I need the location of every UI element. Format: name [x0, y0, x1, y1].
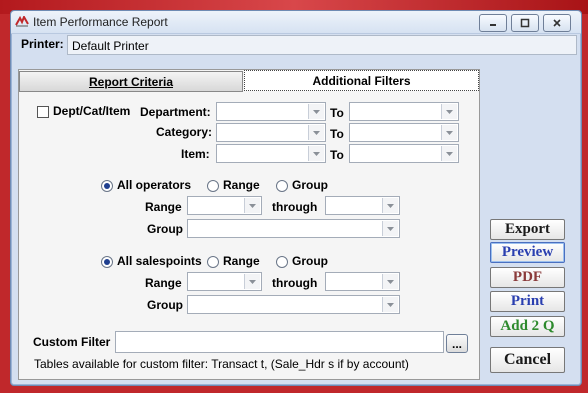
custom-filter-input[interactable] — [115, 331, 444, 353]
print-button[interactable]: Print — [490, 291, 565, 312]
dept-cat-item-checkbox[interactable] — [37, 106, 49, 118]
custom-filter-label: Custom Filter — [33, 335, 111, 349]
minimize-button[interactable] — [479, 14, 507, 32]
item-to-select[interactable] — [349, 144, 459, 163]
tab-report-criteria[interactable]: Report Criteria — [19, 71, 243, 92]
tab-additional-filters[interactable]: Additional Filters — [244, 70, 479, 91]
custom-filter-note: Tables available for custom filter: Tran… — [34, 357, 409, 371]
operators-group-radio[interactable] — [276, 180, 288, 192]
operators-range-radio[interactable] — [207, 180, 219, 192]
salespoints-range-to-select[interactable] — [325, 272, 400, 291]
preview-button[interactable]: Preview — [490, 242, 565, 263]
chevron-down-icon — [382, 198, 398, 213]
salespoints-through-label: through — [272, 276, 318, 290]
all-operators-radio[interactable] — [101, 180, 113, 192]
chevron-down-icon — [441, 125, 457, 140]
salespoints-group-option-label: Group — [292, 254, 328, 268]
chevron-down-icon — [382, 221, 398, 236]
category-to-select[interactable] — [349, 123, 459, 142]
maximize-button[interactable] — [511, 14, 539, 32]
printer-field[interactable]: Default Printer — [67, 35, 577, 55]
chevron-down-icon — [382, 274, 398, 289]
salespoints-range-label: Range — [145, 276, 182, 290]
chevron-down-icon — [441, 146, 457, 161]
item-from-select[interactable] — [216, 144, 326, 163]
department-from-select[interactable] — [216, 102, 326, 121]
department-to-label: To — [330, 106, 344, 120]
cancel-button[interactable]: Cancel — [490, 347, 565, 373]
operators-range-label: Range — [145, 200, 182, 214]
item-to-label: To — [330, 148, 344, 162]
chevron-down-icon — [308, 104, 324, 119]
salespoints-range-radio[interactable] — [207, 256, 219, 268]
all-operators-label: All operators — [117, 178, 192, 192]
category-label: Category: — [156, 125, 213, 139]
chevron-down-icon — [308, 146, 324, 161]
operators-range-to-select[interactable] — [325, 196, 400, 215]
pdf-button[interactable]: PDF — [490, 267, 565, 288]
custom-filter-browse-button[interactable]: ... — [446, 334, 468, 353]
all-salespoints-label: All salespoints — [117, 254, 202, 268]
close-button[interactable] — [543, 14, 571, 32]
category-from-select[interactable] — [216, 123, 326, 142]
title-bar[interactable]: Item Performance Report — [11, 11, 581, 34]
operators-through-label: through — [272, 200, 318, 214]
dept-cat-item-label: Dept/Cat/Item — [53, 104, 131, 118]
minimize-icon — [490, 24, 496, 26]
category-to-label: To — [330, 127, 344, 141]
printer-label: Printer: — [21, 37, 64, 51]
operators-range-from-select[interactable] — [187, 196, 262, 215]
salespoints-range-from-select[interactable] — [187, 272, 262, 291]
operators-range-option-label: Range — [223, 178, 260, 192]
add-to-queue-button[interactable]: Add 2 Q — [490, 316, 565, 337]
app-logo-icon — [15, 16, 29, 27]
chevron-down-icon — [441, 104, 457, 119]
salespoints-group-label: Group — [147, 298, 183, 312]
operators-group-label: Group — [147, 222, 183, 236]
salespoints-group-radio[interactable] — [276, 256, 288, 268]
chevron-down-icon — [244, 198, 260, 213]
chevron-down-icon — [382, 297, 398, 312]
salespoints-range-option-label: Range — [223, 254, 260, 268]
department-label: Department: — [140, 105, 211, 119]
close-icon — [553, 19, 561, 27]
maximize-icon — [520, 18, 530, 28]
window-title: Item Performance Report — [33, 15, 168, 29]
chevron-down-icon — [308, 125, 324, 140]
operators-group-option-label: Group — [292, 178, 328, 192]
department-to-select[interactable] — [349, 102, 459, 121]
salespoints-group-select[interactable] — [187, 295, 400, 314]
item-label: Item: — [181, 147, 210, 161]
operators-group-select[interactable] — [187, 219, 400, 238]
report-window: Item Performance Report Printer: Default… — [10, 10, 582, 386]
export-button[interactable]: Export — [490, 219, 565, 240]
chevron-down-icon — [244, 274, 260, 289]
all-salespoints-radio[interactable] — [101, 256, 113, 268]
